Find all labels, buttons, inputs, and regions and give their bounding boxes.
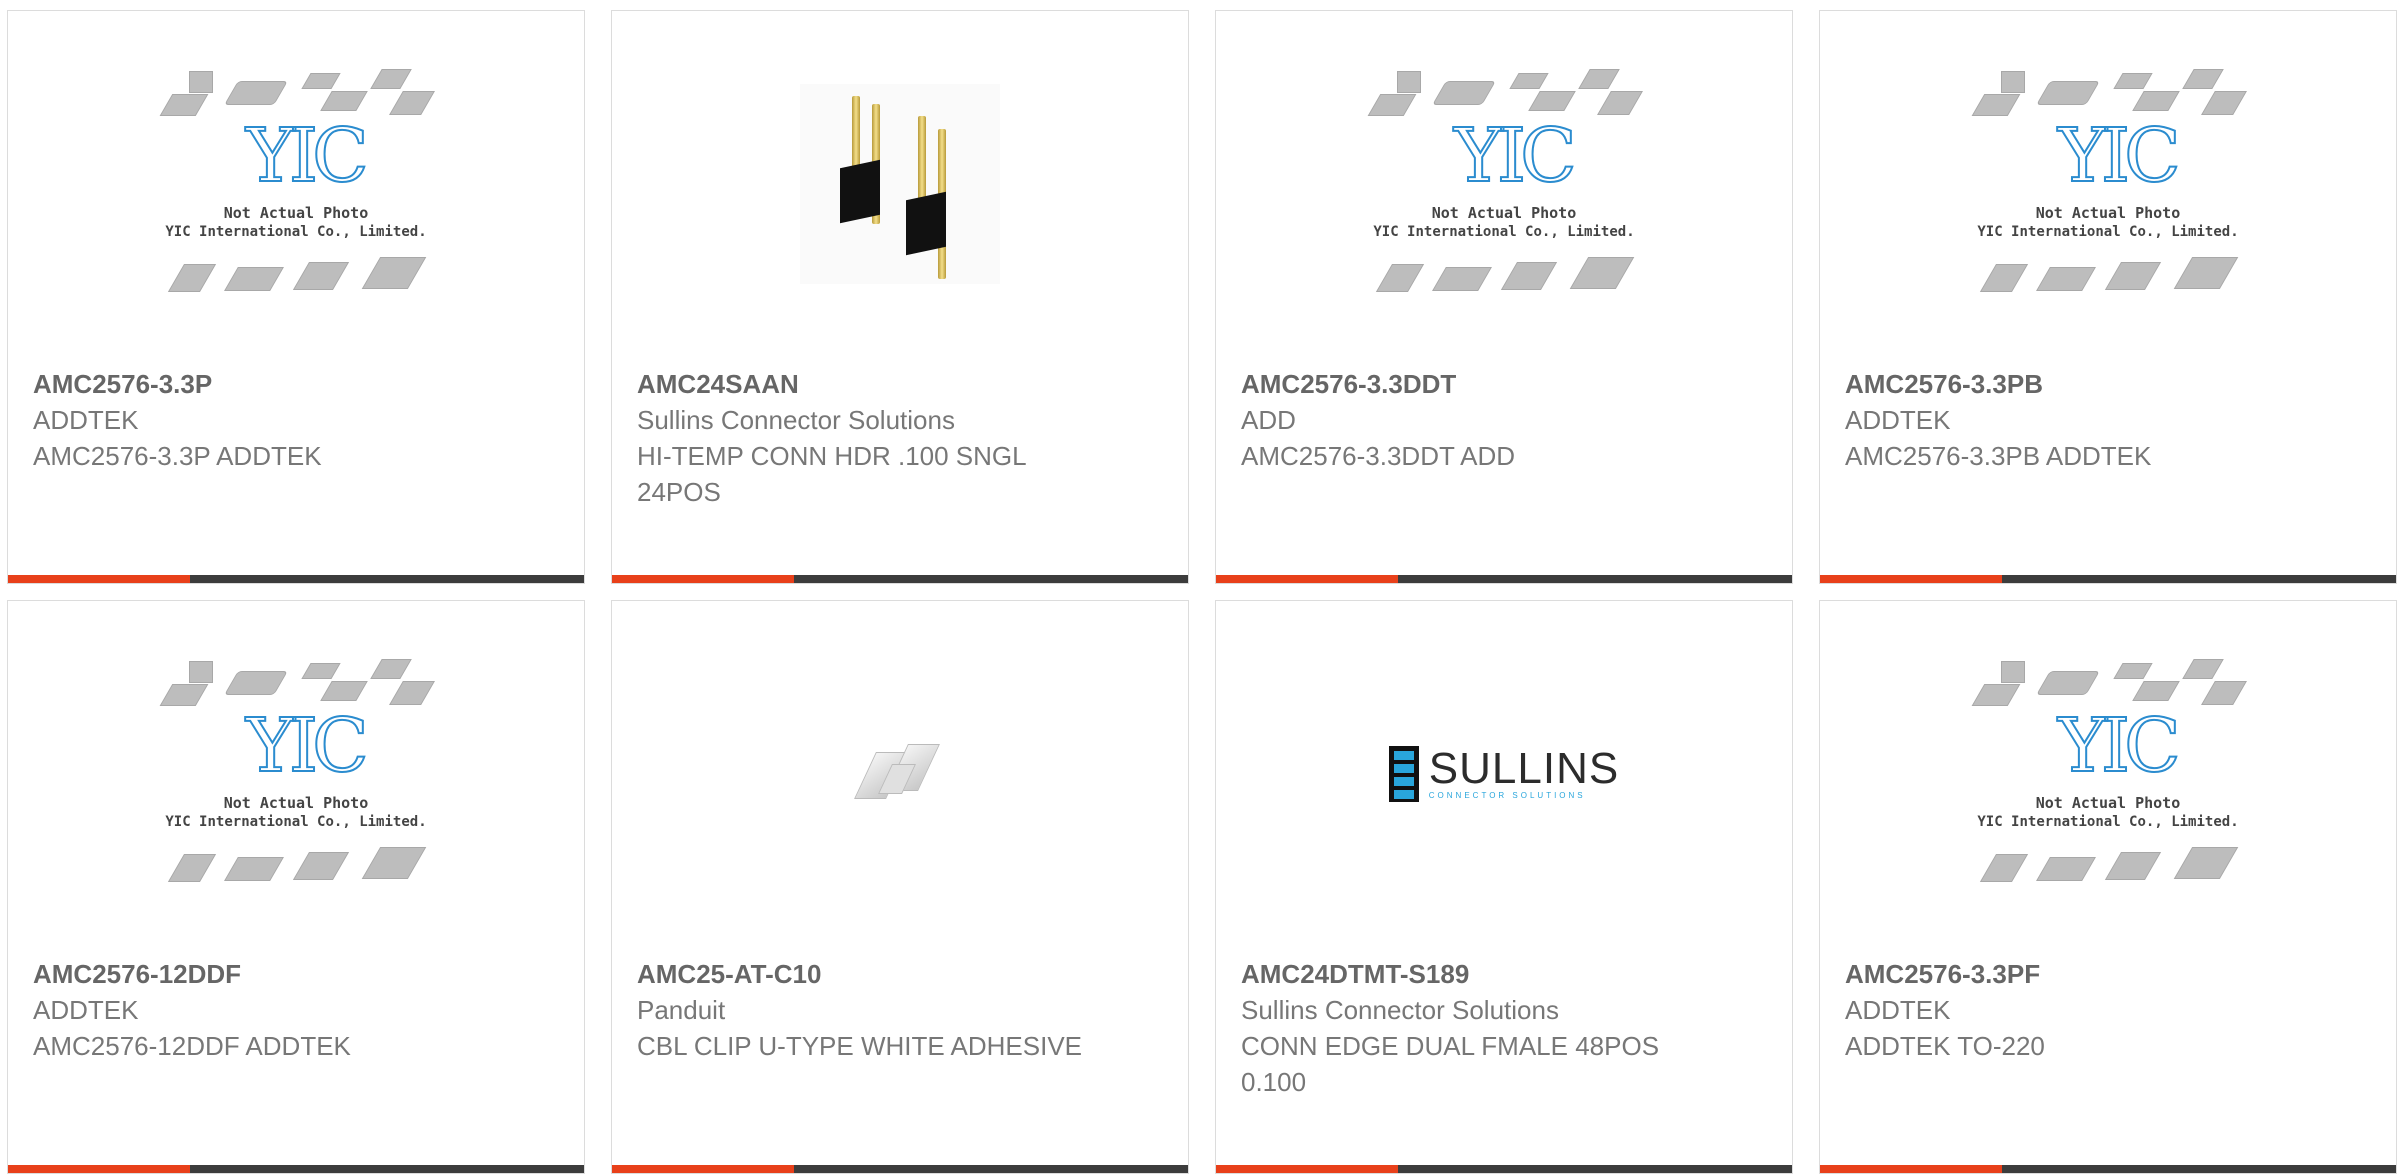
- product-card[interactable]: AMC24SAAN Sullins Connector Solutions HI…: [611, 10, 1189, 584]
- part-number[interactable]: AMC25-AT-C10: [637, 956, 1168, 992]
- manufacturer: ADDTEK: [33, 405, 139, 435]
- description: HI-TEMP CONN HDR .100 SNGL 24POS: [637, 441, 1026, 507]
- yic-placeholder-image: YIC Not Actual Photo YIC International C…: [1971, 59, 2247, 309]
- product-image[interactable]: YIC Not Actual Photo YIC International C…: [1820, 601, 2396, 946]
- description: AMC2576-3.3P ADDTEK: [33, 441, 322, 471]
- card-bottom-bar: [1216, 575, 1792, 583]
- manufacturer: Sullins Connector Solutions: [637, 405, 955, 435]
- description: ADDTEK TO-220: [1845, 1031, 2045, 1061]
- sullins-mark-icon: [1388, 745, 1419, 802]
- card-bottom-bar: [1820, 1165, 2396, 1173]
- product-image[interactable]: YIC Not Actual Photo YIC International C…: [8, 11, 584, 356]
- description: AMC2576-12DDF ADDTEK: [33, 1031, 351, 1061]
- card-bottom-bar: [8, 1165, 584, 1173]
- card-bottom-bar: [612, 575, 1188, 583]
- yic-placeholder-image: YIC Not Actual Photo YIC International C…: [159, 59, 435, 309]
- yic-logo: YIC: [2057, 702, 2182, 789]
- manufacturer: Sullins Connector Solutions: [1241, 995, 1559, 1025]
- part-number[interactable]: AMC2576-3.3P: [33, 366, 564, 402]
- sullins-wordmark: SULLINS: [1428, 744, 1620, 793]
- yic-placeholder-image: YIC Not Actual Photo YIC International C…: [159, 649, 435, 899]
- card-bottom-bar: [1216, 1165, 1792, 1173]
- part-number[interactable]: AMC24SAAN: [637, 366, 1168, 402]
- placeholder-note: Not Actual Photo: [223, 203, 369, 222]
- placeholder-company: YIC International Co., Limited.: [165, 813, 427, 830]
- product-image[interactable]: YIC Not Actual Photo YIC International C…: [1216, 11, 1792, 356]
- yic-logo: YIC: [2057, 112, 2182, 199]
- manufacturer: ADD: [1241, 405, 1296, 435]
- product-card[interactable]: YIC Not Actual Photo YIC International C…: [1819, 10, 2397, 584]
- description: CONN EDGE DUAL FMALE 48POS 0.100: [1241, 1031, 1660, 1097]
- placeholder-note: Not Actual Photo: [2035, 793, 2181, 812]
- product-card[interactable]: SULLINS CONNECTOR SOLUTIONS AMC24DTMT-S1…: [1215, 600, 1793, 1174]
- product-card[interactable]: YIC Not Actual Photo YIC International C…: [1819, 600, 2397, 1174]
- yic-logo: YIC: [245, 702, 370, 789]
- part-number[interactable]: AMC24DTMT-S189: [1241, 956, 1772, 992]
- manufacturer: ADDTEK: [1845, 995, 1951, 1025]
- placeholder-note: Not Actual Photo: [223, 793, 369, 812]
- part-number[interactable]: AMC2576-12DDF: [33, 956, 564, 992]
- part-number[interactable]: AMC2576-3.3PF: [1845, 956, 2376, 992]
- product-image[interactable]: [612, 601, 1188, 946]
- placeholder-note: Not Actual Photo: [1431, 203, 1577, 222]
- product-card[interactable]: YIC Not Actual Photo YIC International C…: [1215, 10, 1793, 584]
- card-bottom-bar: [8, 575, 584, 583]
- placeholder-company: YIC International Co., Limited.: [1977, 223, 2239, 240]
- placeholder-company: YIC International Co., Limited.: [1373, 223, 1635, 240]
- cable-clip-photo: [854, 734, 945, 814]
- placeholder-note: Not Actual Photo: [2035, 203, 2181, 222]
- manufacturer: ADDTEK: [1845, 405, 1951, 435]
- placeholder-company: YIC International Co., Limited.: [1977, 813, 2239, 830]
- pin-header-photo: [800, 83, 1000, 284]
- description: CBL CLIP U-TYPE WHITE ADHESIVE: [637, 1031, 1082, 1061]
- yic-placeholder-image: YIC Not Actual Photo YIC International C…: [1971, 649, 2247, 899]
- product-image[interactable]: SULLINS CONNECTOR SOLUTIONS: [1216, 601, 1792, 946]
- sullins-logo: SULLINS CONNECTOR SOLUTIONS: [1388, 744, 1620, 802]
- part-number[interactable]: AMC2576-3.3DDT: [1241, 366, 1772, 402]
- product-image[interactable]: YIC Not Actual Photo YIC International C…: [8, 601, 584, 946]
- placeholder-company: YIC International Co., Limited.: [165, 223, 427, 240]
- manufacturer: ADDTEK: [33, 995, 139, 1025]
- product-card[interactable]: YIC Not Actual Photo YIC International C…: [7, 10, 585, 584]
- yic-placeholder-image: YIC Not Actual Photo YIC International C…: [1367, 59, 1643, 309]
- yic-logo: YIC: [245, 112, 370, 199]
- product-card[interactable]: AMC25-AT-C10 Panduit CBL CLIP U-TYPE WHI…: [611, 600, 1189, 1174]
- product-grid: YIC Not Actual Photo YIC International C…: [0, 0, 2400, 1174]
- product-card[interactable]: YIC Not Actual Photo YIC International C…: [7, 600, 585, 1174]
- manufacturer: Panduit: [637, 995, 726, 1025]
- description: AMC2576-3.3DDT ADD: [1241, 441, 1516, 471]
- product-image[interactable]: [612, 11, 1188, 356]
- card-bottom-bar: [612, 1165, 1188, 1173]
- product-image[interactable]: YIC Not Actual Photo YIC International C…: [1820, 11, 2396, 356]
- card-bottom-bar: [1820, 575, 2396, 583]
- part-number[interactable]: AMC2576-3.3PB: [1845, 366, 2376, 402]
- description: AMC2576-3.3PB ADDTEK: [1845, 441, 2152, 471]
- yic-logo: YIC: [1453, 112, 1578, 199]
